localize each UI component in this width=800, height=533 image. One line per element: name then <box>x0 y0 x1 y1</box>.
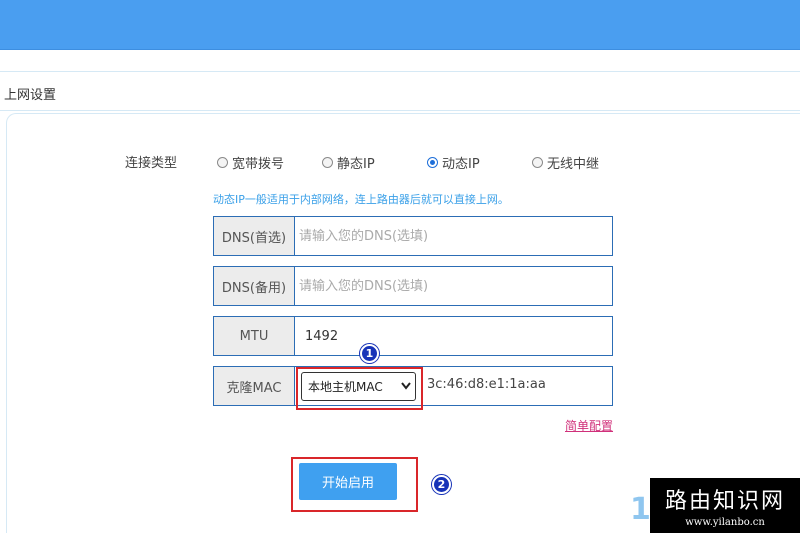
dns-secondary-label: DNS(备用) <box>214 267 295 305</box>
dns-primary-label: DNS(首选) <box>214 217 295 255</box>
radio-circle-icon <box>217 157 228 168</box>
watermark-title: 路由知识网 <box>664 489 785 514</box>
dynamic-ip-hint: 动态IP一般适用于内部网络，连上路由器后就可以直接上网。 <box>213 193 509 206</box>
mtu-field: MTU <box>213 316 613 356</box>
clone-mac-label: 克隆MAC <box>214 367 295 405</box>
dns-secondary-field: DNS(备用) <box>213 266 613 306</box>
dns-secondary-input[interactable] <box>295 267 612 305</box>
radio-static-ip-label: 静态IP <box>337 157 375 172</box>
watermark-url: www.yilanbo.cn <box>685 517 765 528</box>
top-header-bar <box>0 0 800 50</box>
highlight-box-select <box>296 367 423 410</box>
step-badge-1: 1 <box>360 344 379 363</box>
partial-digit: 1 <box>630 492 651 527</box>
radio-pppoe[interactable]: 宽带拨号 <box>217 153 284 172</box>
sub-header-bar <box>0 50 800 72</box>
radio-circle-icon <box>532 157 543 168</box>
dns-primary-input[interactable] <box>295 217 612 255</box>
radio-circle-icon <box>322 157 333 168</box>
watermark-logo: 路由知识网 www.yilanbo.cn <box>650 478 800 533</box>
mac-address-value[interactable]: 3c:46:d8:e1:1a:aa <box>427 377 546 392</box>
start-button[interactable]: 开始启用 <box>299 463 397 500</box>
radio-dynamic-ip-label: 动态IP <box>442 157 480 172</box>
radio-pppoe-label: 宽带拨号 <box>232 157 285 172</box>
radio-selected-icon <box>427 157 438 168</box>
connection-type-label: 连接类型 <box>125 156 178 171</box>
dns-primary-field: DNS(首选) <box>213 216 613 256</box>
simple-config-link[interactable]: 简单配置 <box>565 417 613 434</box>
section-title: 上网设置 <box>4 88 57 103</box>
mtu-label: MTU <box>214 317 295 355</box>
radio-wireless-relay-label: 无线中继 <box>547 157 600 172</box>
step-badge-2: 2 <box>432 475 451 494</box>
radio-static-ip[interactable]: 静态IP <box>322 153 375 172</box>
section-divider <box>0 110 800 111</box>
mtu-input[interactable] <box>295 317 612 355</box>
radio-wireless-relay[interactable]: 无线中继 <box>532 153 599 172</box>
radio-dynamic-ip[interactable]: 动态IP <box>427 153 480 172</box>
